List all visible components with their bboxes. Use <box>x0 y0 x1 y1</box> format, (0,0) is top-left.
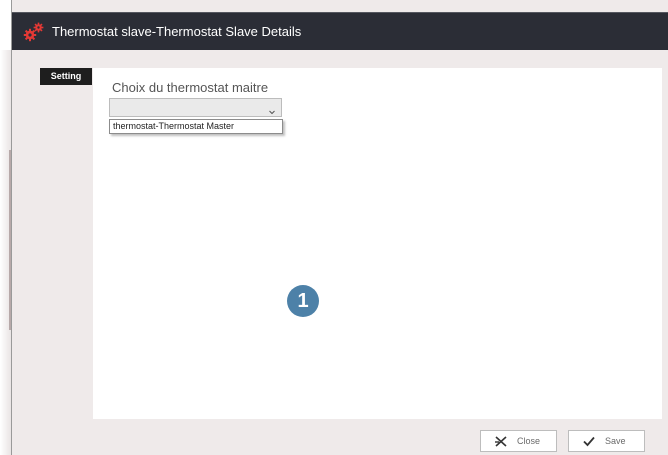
master-thermostat-select[interactable] <box>109 98 282 117</box>
close-icon <box>493 433 509 449</box>
gears-icon <box>22 20 46 44</box>
background-window-edge <box>0 0 12 455</box>
title-bar: Thermostat slave-Thermostat Slave Detail… <box>12 12 668 50</box>
checkmark-icon <box>581 433 597 449</box>
edge-mark <box>9 150 11 330</box>
close-button[interactable]: Close <box>480 430 557 452</box>
content-panel: Choix du thermostat maitre thermostat-Th… <box>93 68 662 419</box>
close-button-label: Close <box>517 436 541 446</box>
save-button-label: Save <box>605 436 626 446</box>
field-label-master-thermostat: Choix du thermostat maitre <box>112 80 269 95</box>
save-button[interactable]: Save <box>568 430 645 452</box>
dropdown-option-thermostat-master[interactable]: thermostat-Thermostat Master <box>113 120 234 133</box>
dropdown-list: thermostat-Thermostat Master <box>109 119 283 134</box>
tab-setting[interactable]: Setting <box>40 68 92 85</box>
step-badge: 1 <box>287 285 319 317</box>
window-title: Thermostat slave-Thermostat Slave Detail… <box>52 24 302 39</box>
dialog-window: Thermostat slave-Thermostat Slave Detail… <box>0 0 668 455</box>
chevron-down-icon <box>268 103 276 115</box>
